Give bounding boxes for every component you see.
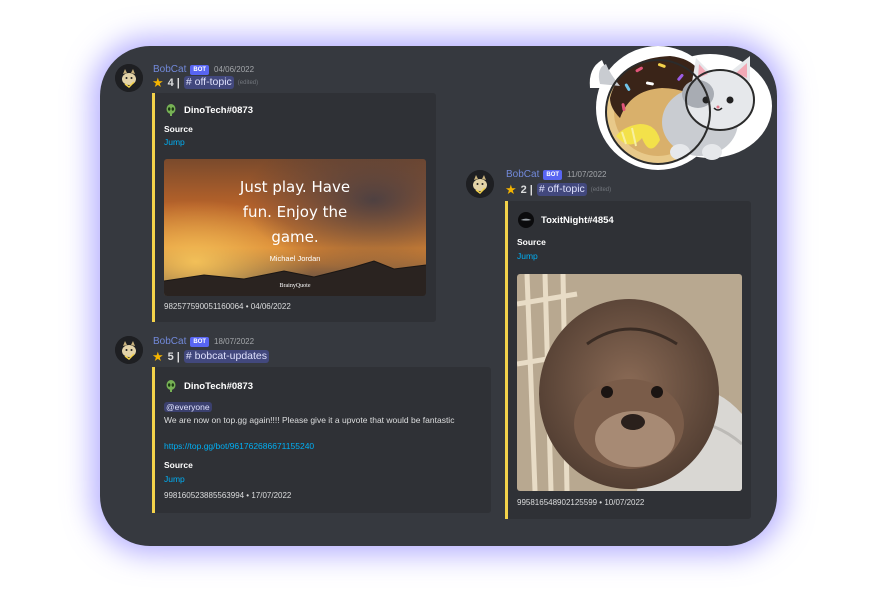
cat-donut-sticker-icon [589,46,772,170]
bot-avatar[interactable] [115,64,143,92]
embed-author[interactable]: DinoTech#0873 [184,105,253,116]
quote-author: Michael Jordan [269,254,321,263]
topgg-link[interactable]: https://top.gg/bot/961762686671155240 [164,441,314,451]
embed-description: We are now on top.gg again!!!! Please gi… [164,415,455,425]
timestamp: 18/07/2022 [214,337,255,346]
everyone-mention[interactable]: @everyone [164,402,212,412]
star-count: 2 [520,183,527,196]
quote-brand: BrainyQuote [279,283,311,289]
username[interactable]: BobCat [153,64,186,75]
bot-tag: BOT [190,64,210,75]
embed: DinoTech#0873 @everyone We are now on to… [152,367,491,513]
embed-footer: 995816548902125599 • 10/07/2022 [517,498,645,507]
channel-mention[interactable]: # off-topic [183,76,234,89]
bobcat-avatar-icon [466,170,494,198]
star-icon: ★ [152,349,164,364]
separator: | [529,183,533,196]
embed-image[interactable]: Just play. Have fun. Enjoy the game. Mic… [164,159,426,296]
star-icon: ★ [152,75,164,90]
embed-author[interactable]: DinoTech#0873 [184,381,253,392]
otter-photo [517,274,742,491]
star-icon: ★ [505,182,517,197]
username[interactable]: BobCat [506,169,539,180]
bot-avatar[interactable] [466,170,494,198]
bot-avatar[interactable] [115,336,143,364]
bobcat-avatar-icon [115,64,143,92]
star-count: 4 [167,76,174,89]
dark-avatar-icon [518,212,534,228]
separator: | [176,350,180,363]
star-count: 5 [167,350,174,363]
bot-tag: BOT [190,336,210,347]
bot-tag: BOT [543,169,563,180]
embed: DinoTech#0873 Source Jump Just play. Hav… [152,93,436,322]
quote-line: Just play. Have [239,178,351,196]
field-name: Source [517,237,546,247]
field-name: Source [164,460,193,470]
quote-line: fun. Enjoy the [242,203,348,221]
alien-icon [166,380,176,392]
jump-link[interactable]: Jump [164,137,185,147]
embed-image[interactable] [517,274,742,491]
alien-icon [166,104,176,116]
separator: | [176,76,180,89]
embed-author[interactable]: ToxitNight#4854 [541,215,614,226]
edited-label: (edited) [237,79,259,86]
username[interactable]: BobCat [153,336,186,347]
embed-footer: 998160523885563994 • 17/07/2022 [164,491,292,500]
timestamp: 04/06/2022 [214,65,255,74]
jump-link[interactable]: Jump [164,474,185,484]
channel-mention[interactable]: # bobcat-updates [183,350,270,363]
field-name: Source [164,124,193,134]
quote-line: game. [271,228,319,246]
embed: ToxitNight#4854 Source Jump 995816548902… [505,201,751,519]
embed-footer: 982577590051160064 • 04/06/2022 [164,302,291,311]
jump-link[interactable]: Jump [517,251,538,261]
bobcat-avatar-icon [115,336,143,364]
